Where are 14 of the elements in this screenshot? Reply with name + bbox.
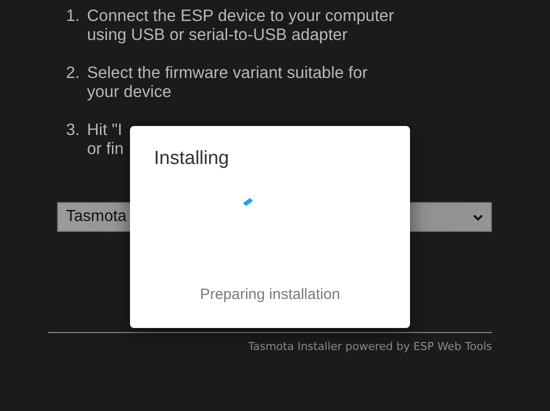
step-text: Hit "I <box>87 121 124 140</box>
step-text: or fin <box>87 140 124 159</box>
status-text: Preparing installation <box>198 286 342 303</box>
step-number: 3. <box>66 121 81 141</box>
step-number: 2. <box>66 64 81 84</box>
spinner-icon <box>242 197 254 207</box>
step-text: your device <box>87 83 172 102</box>
step-number: 1. <box>66 7 81 27</box>
chevron-icon <box>473 214 483 220</box>
step-text: Connect the ESP device to your computer <box>87 7 394 26</box>
dialog-title: Installing <box>154 148 229 170</box>
footer-text: Tasmota Installer powered by ESP Web Tools <box>247 340 492 353</box>
step-text: using USB or serial-to-USB adapter <box>87 26 348 45</box>
step-text: Select the firmware variant suitable for <box>87 64 368 83</box>
